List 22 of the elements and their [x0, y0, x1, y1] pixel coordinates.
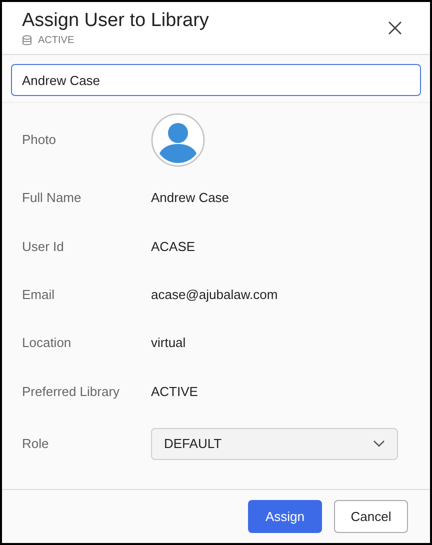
field-value: ACASE	[151, 238, 196, 256]
field-label: Location	[22, 334, 72, 352]
dialog-title: Assign User to Library	[22, 8, 209, 32]
field-label: User Id	[22, 238, 65, 256]
field-value: Andrew Case	[151, 188, 230, 207]
field-value: ACTIVE	[151, 382, 198, 401]
field-value: acase@ajubalaw.com	[151, 286, 278, 304]
close-button[interactable]	[388, 20, 404, 36]
role-dropdown[interactable]: DEFAULT	[151, 428, 398, 460]
database-icon	[22, 34, 32, 46]
cancel-button[interactable]: Cancel	[334, 500, 408, 533]
field-label: Role	[22, 434, 50, 453]
field-label: Preferred Library	[22, 382, 121, 401]
field-label: Full Name	[22, 188, 82, 207]
library-name: ACTIVE	[38, 34, 74, 48]
avatar-icon	[151, 113, 205, 167]
field-label: Email	[22, 286, 56, 304]
field-value: virtual	[151, 334, 186, 352]
chevron-down-icon	[373, 440, 385, 448]
assign-button[interactable]: Assign	[248, 500, 322, 533]
search-field[interactable]: Andrew Case	[11, 64, 421, 96]
field-label: Photo	[22, 131, 57, 150]
